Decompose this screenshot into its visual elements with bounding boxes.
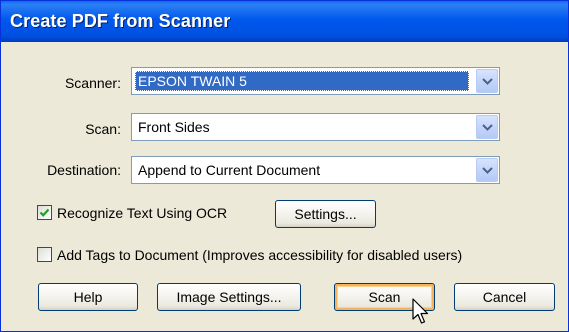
window-title: Create PDF from Scanner: [10, 11, 231, 31]
destination-label: Destination:: [47, 162, 121, 178]
destination-dropdown-button[interactable]: [476, 158, 498, 182]
tags-option[interactable]: Add Tags to Document (Improves accessibi…: [37, 245, 537, 265]
scan-dropdown-button[interactable]: [476, 115, 498, 139]
ocr-settings-button[interactable]: Settings...: [275, 200, 376, 228]
scan-value: Front Sides: [138, 119, 210, 135]
scanner-value: EPSON TWAIN 5: [135, 71, 469, 91]
help-button[interactable]: Help: [38, 283, 138, 311]
tags-label: Add Tags to Document (Improves accessibi…: [57, 247, 463, 263]
ocr-option[interactable]: Recognize Text Using OCR: [37, 203, 277, 223]
scanner-label: Scanner:: [64, 75, 121, 91]
mouse-pointer-icon: [412, 298, 429, 324]
image-settings-button[interactable]: Image Settings...: [157, 283, 301, 311]
chevron-down-icon: [482, 124, 493, 131]
scan-label: Scan:: [85, 121, 121, 137]
chevron-down-icon: [482, 167, 493, 174]
scan-dropdown[interactable]: Front Sides: [131, 113, 500, 141]
checkmark-icon: [39, 208, 50, 217]
chevron-down-icon: [482, 78, 493, 85]
title-bar[interactable]: Create PDF from Scanner: [1, 1, 568, 42]
create-pdf-dialog: Create PDF from Scanner Scanner: EPSON T…: [0, 0, 569, 332]
ocr-label: Recognize Text Using OCR: [57, 205, 228, 221]
destination-dropdown[interactable]: Append to Current Document: [131, 156, 500, 184]
destination-value: Append to Current Document: [138, 162, 321, 178]
tags-checkbox[interactable]: [37, 247, 52, 262]
cancel-button[interactable]: Cancel: [454, 283, 555, 311]
scanner-dropdown-button[interactable]: [476, 69, 498, 93]
scanner-dropdown[interactable]: EPSON TWAIN 5: [131, 67, 500, 95]
ocr-checkbox[interactable]: [37, 205, 52, 220]
